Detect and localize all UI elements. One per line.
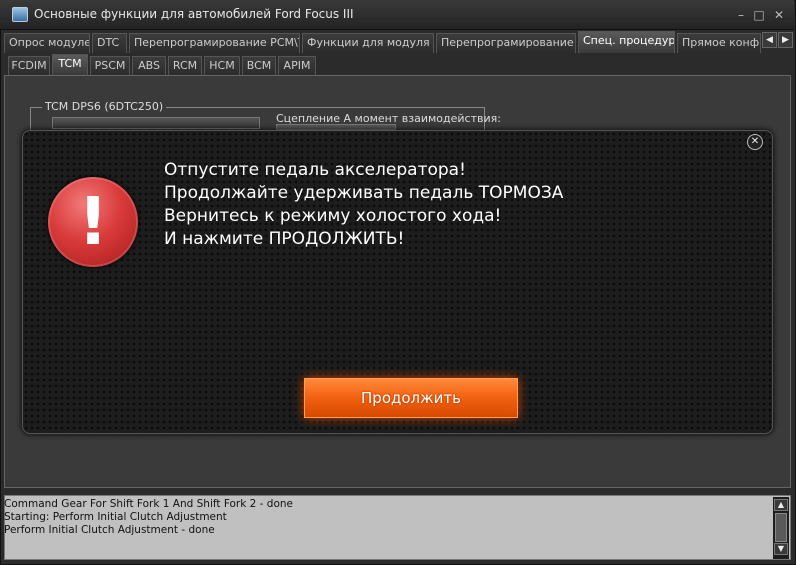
groupbox-title: TCM DPS6 (6DTC250) xyxy=(42,100,167,113)
maximize-button[interactable]: □ xyxy=(750,6,768,24)
minimize-button[interactable]: – xyxy=(732,6,750,24)
scroll-down-icon[interactable]: ▼ xyxy=(774,543,788,555)
tab-dtc[interactable]: DTC xyxy=(92,33,127,53)
log-line: Command Gear For Shift Fork 1 And Shift … xyxy=(4,498,293,510)
continue-button[interactable]: Продолжить xyxy=(304,378,518,418)
tab-scroll-right-button[interactable]: ▶ xyxy=(778,32,793,48)
tab-reprogram-pcm-tcm[interactable]: Перепрограмирование PCM\TCM xyxy=(129,33,300,53)
tab-survey-modules[interactable]: Опрос модулей xyxy=(4,33,90,53)
scroll-up-icon[interactable]: ▲ xyxy=(774,499,788,511)
tab-reprogram-abs[interactable]: Перепрограмирование ABS xyxy=(436,33,576,53)
tab-apim[interactable]: APIM xyxy=(278,56,316,75)
tab-ipc-functions[interactable]: Функции для модуля IPC xyxy=(302,33,434,53)
main-tab-bar: Опрос модулей DTC Перепрограмирование PC… xyxy=(4,31,794,53)
dialog-message-line: Вернитесь к режиму холостого хода! xyxy=(164,206,502,226)
tab-pscm[interactable]: PSCM xyxy=(90,56,130,75)
dialog-message-line: И нажмите ПРОДОЛЖИТЬ! xyxy=(164,229,405,249)
scroll-thumb[interactable] xyxy=(775,513,787,542)
dialog-message-line: Отпустите педаль акселератора! xyxy=(164,160,466,180)
log-line: Perform Initial Clutch Adjustment - done xyxy=(4,524,215,536)
app-icon xyxy=(12,7,28,22)
tab-special-procedures[interactable]: Спец. процедуры xyxy=(578,31,675,53)
window-title: Основные функции для автомобилей Ford Fo… xyxy=(34,7,354,21)
tab-fcdim[interactable]: FCDIM xyxy=(8,56,50,75)
exclamation-glyph: ! xyxy=(77,183,109,260)
tab-direct-config[interactable]: Прямое конфигу xyxy=(677,33,761,53)
tab-scroll-left-button[interactable]: ◀ xyxy=(762,32,777,48)
close-button[interactable]: ✕ xyxy=(770,6,788,24)
tab-rcm[interactable]: RCM xyxy=(168,56,202,75)
tab-tcm[interactable]: TCM xyxy=(52,54,88,75)
tab-abs[interactable]: ABS xyxy=(132,56,166,75)
tab-hcm[interactable]: HCM xyxy=(204,56,240,75)
dialog-message-line: Продолжайте удерживать педаль ТОРМОЗА xyxy=(164,183,564,203)
log-line: Starting: Perform Initial Clutch Adjustm… xyxy=(4,511,227,523)
background-button[interactable] xyxy=(52,117,260,129)
tab-bcm[interactable]: BCM xyxy=(242,56,276,75)
dialog-close-icon[interactable]: ✕ xyxy=(747,134,763,150)
